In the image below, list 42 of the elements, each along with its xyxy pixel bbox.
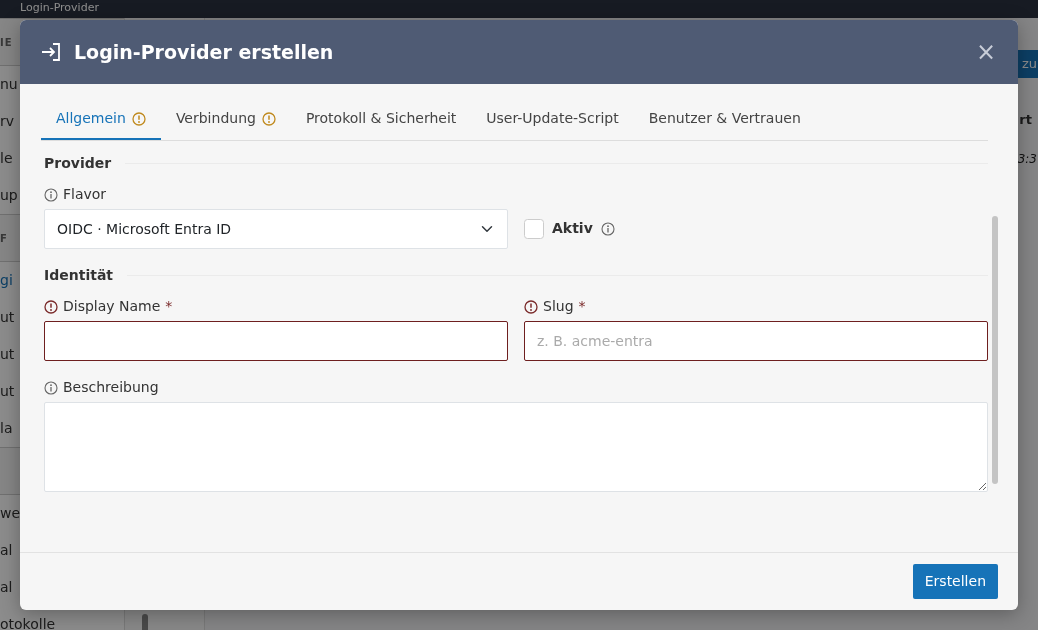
info-icon <box>600 221 615 236</box>
required-mark: * <box>165 297 173 316</box>
sidebar-section-title: IE <box>0 35 13 50</box>
tab[interactable]: User-Update-Script <box>471 100 634 140</box>
checkbox-label: Aktiv <box>552 219 593 238</box>
required-mark: * <box>578 297 586 316</box>
table-cell-text: 3:3 <box>1017 151 1037 168</box>
modal-title: Login-Provider erstellen <box>74 40 334 64</box>
sidebar-item[interactable]: al <box>0 540 13 561</box>
sidebar-item[interactable]: ut <box>0 381 15 402</box>
sidebar-item[interactable]: rv <box>0 111 15 132</box>
sidebar-item[interactable]: otokolle <box>0 614 56 630</box>
field-label: Display Name <box>63 297 161 316</box>
input-field[interactable]: z. B. acme-entra <box>524 321 988 361</box>
sidebar-item[interactable]: al <box>0 577 13 598</box>
close-button[interactable]: × <box>973 40 998 64</box>
checkbox[interactable] <box>524 218 544 239</box>
sidebar-item[interactable]: la <box>0 418 13 439</box>
tab[interactable]: Allgemein <box>41 100 161 140</box>
textarea-field[interactable] <box>44 402 988 492</box>
login-icon <box>40 42 62 62</box>
page-title: Login-Provider <box>20 1 99 14</box>
sidebar-section-title: F <box>0 231 8 246</box>
tab[interactable]: Benutzer & Vertrauen <box>633 100 816 140</box>
section-title: Provider <box>44 154 112 173</box>
sidebar-item[interactable]: we <box>0 503 21 524</box>
sidebar-item[interactable]: le <box>0 148 13 169</box>
table-header: rt <box>1019 111 1032 129</box>
tab[interactable]: Verbindung <box>160 100 291 140</box>
section-title: Identität <box>44 266 113 285</box>
select-field[interactable]: OIDC · Microsoft Entra ID <box>44 209 508 249</box>
tab[interactable]: Protokoll & Sicherheit <box>290 100 472 140</box>
sidebar-item[interactable]: ut <box>0 344 15 365</box>
field-label: Slug <box>543 297 574 316</box>
submit-button[interactable]: Erstellen <box>912 564 998 599</box>
sidebar-item[interactable]: nu <box>0 74 18 95</box>
input-field[interactable] <box>44 321 508 361</box>
sidebar-item[interactable]: up <box>0 185 18 206</box>
sidebar-item[interactable]: gi <box>0 270 13 291</box>
sidebar-item[interactable]: ut <box>0 307 15 328</box>
field-label: Flavor <box>63 185 107 204</box>
field-label: Beschreibung <box>63 378 159 397</box>
